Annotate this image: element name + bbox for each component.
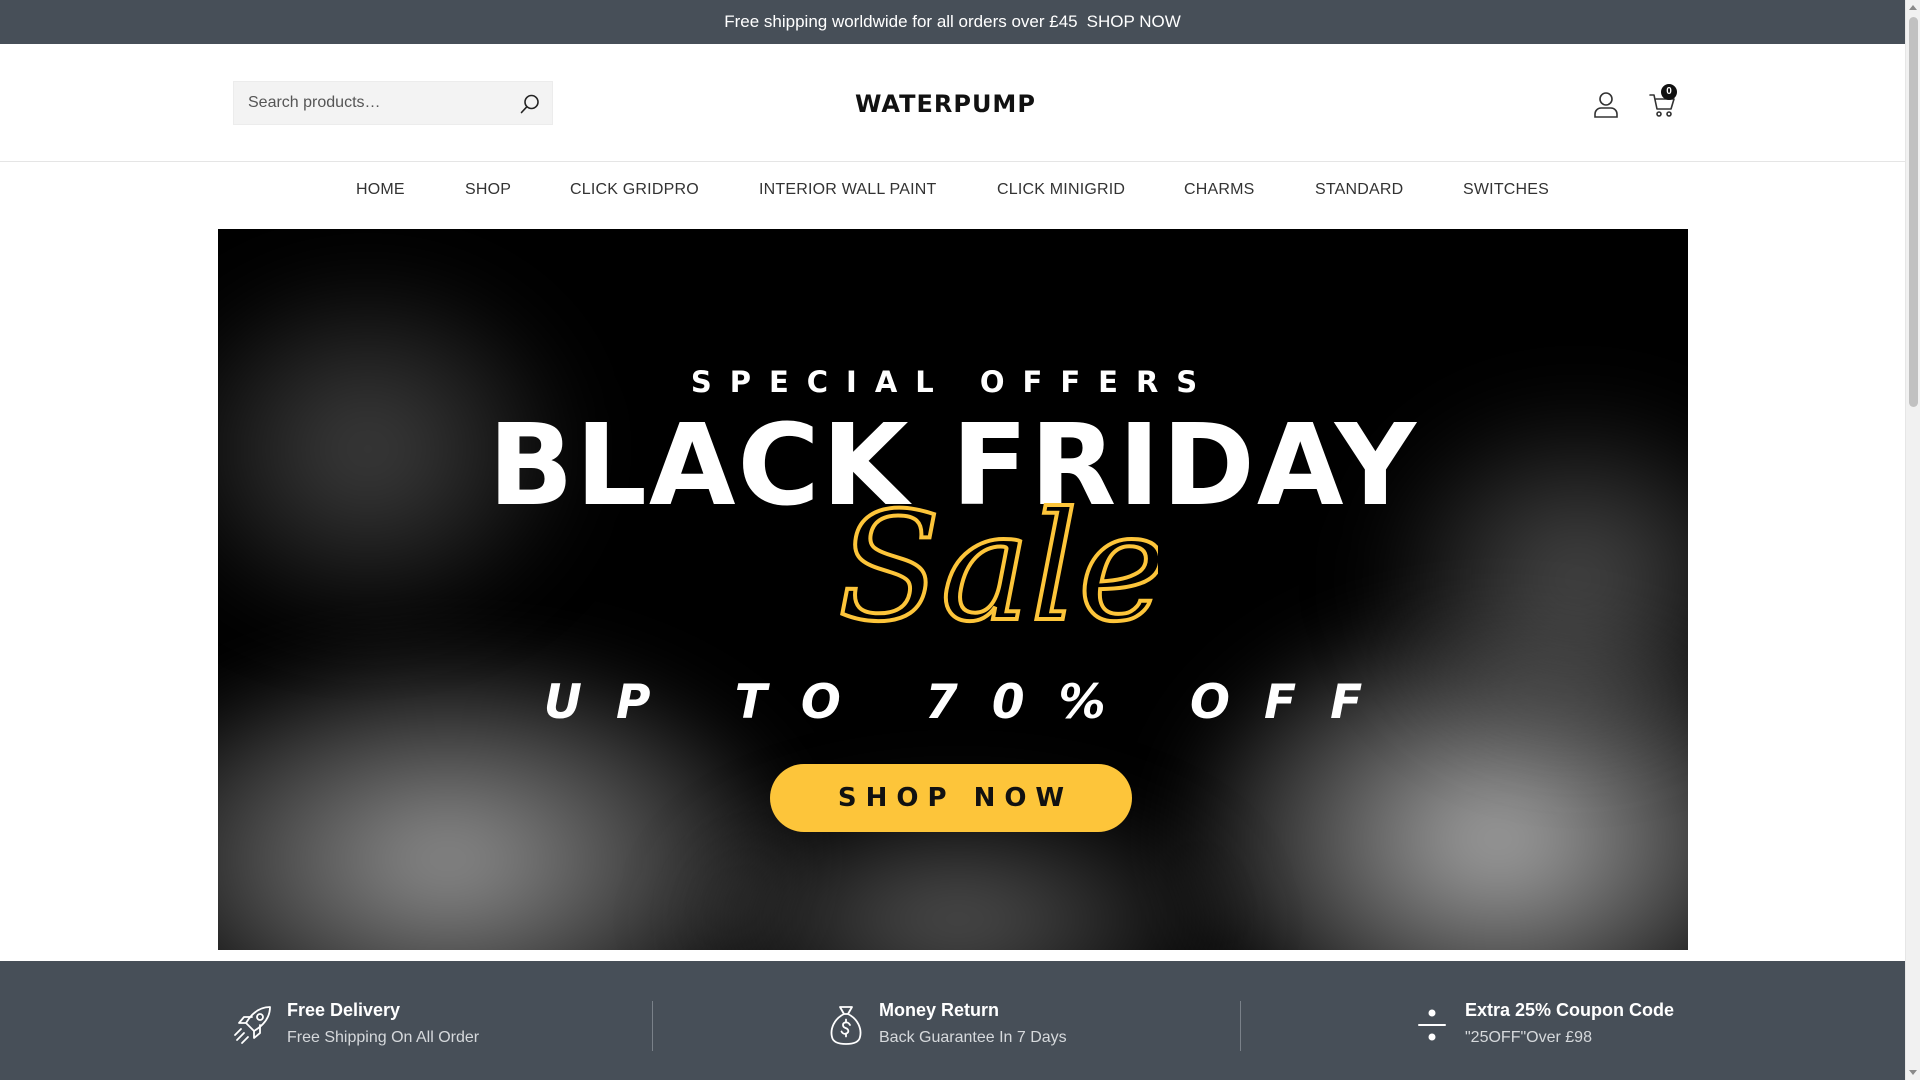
svg-text:Sale: Sale [838, 481, 1158, 655]
nav-item-click-gridpro[interactable]: CLICK GRIDPRO [570, 181, 699, 199]
scroll-down-arrow-icon[interactable] [1909, 1070, 1917, 1075]
announcement-text: Free shipping worldwide for all orders o… [724, 12, 1078, 31]
rocket-icon [232, 1003, 276, 1047]
scroll-up-arrow-icon[interactable] [1909, 5, 1917, 10]
feature-divider [652, 1001, 653, 1051]
page-scrollbar[interactable] [1905, 0, 1920, 1080]
hero-banner[interactable]: SPECIAL OFFERS BLACK FRIDAY Sale UP TO 7… [218, 229, 1688, 950]
page: Free shipping worldwide for all orders o… [0, 0, 1905, 1080]
site-header: WATERPUMP 0 [0, 44, 1905, 162]
feature-subtitle: "25OFF"Over £98 [1465, 1029, 1592, 1046]
money-bag-icon [824, 1003, 868, 1047]
feature-free-delivery: Free Delivery Free Shipping On All Order [232, 961, 632, 1080]
logo-wordmark: WATERPUMP [855, 90, 1036, 118]
feature-money-return: Money Return Back Guarantee In 7 Days [824, 961, 1224, 1080]
search-icon[interactable] [518, 92, 542, 116]
announcement-shop-now-link[interactable]: SHOP NOW [1087, 12, 1181, 32]
hero-tagline: SPECIAL OFFERS [690, 365, 1216, 399]
feature-coupon-code: Extra 25% Coupon Code "25OFF"Over £98 [1410, 961, 1675, 1080]
nav-item-switches[interactable]: SWITCHES [1463, 181, 1549, 199]
account-icon[interactable] [1593, 91, 1619, 119]
feature-subtitle: Back Guarantee In 7 Days [879, 1029, 1067, 1046]
hero-shop-now-button[interactable]: SHOP NOW [770, 764, 1132, 832]
nav-item-charms[interactable]: CHARMS [1184, 181, 1255, 199]
feature-subtitle: Free Shipping On All Order [287, 1029, 480, 1046]
search-box [233, 81, 553, 125]
feature-title: Free Delivery [287, 1000, 401, 1020]
cart-count-badge: 0 [1661, 84, 1677, 100]
announcement-bar: Free shipping worldwide for all orders o… [0, 0, 1905, 44]
nav-item-shop[interactable]: SHOP [465, 181, 511, 199]
nav-item-interior-wall-paint[interactable]: INTERIOR WALL PAINT [759, 181, 936, 199]
nav-item-standard[interactable]: STANDARD [1315, 181, 1403, 199]
hero-discount: UP TO 70% OFF [543, 675, 1397, 730]
divide-icon [1410, 1003, 1454, 1047]
scrollbar-thumb[interactable] [1909, 17, 1918, 407]
features-bar: Free Delivery Free Shipping On All Order… [0, 961, 1905, 1080]
feature-divider [1240, 1001, 1241, 1051]
search-input[interactable] [234, 82, 504, 124]
feature-title: Money Return [879, 1000, 1000, 1020]
svg-text:WATERPUMP: WATERPUMP [855, 90, 1036, 118]
nav-item-click-minigrid[interactable]: CLICK MINIGRID [997, 181, 1125, 199]
main-nav: HOME SHOP CLICK GRIDPRO INTERIOR WALL PA… [0, 163, 1905, 229]
nav-item-home[interactable]: HOME [356, 181, 405, 199]
site-logo[interactable]: WATERPUMP [855, 88, 1050, 118]
feature-title: Extra 25% Coupon Code [1465, 1000, 1675, 1020]
hero-sale-script: Sale [836, 479, 1158, 657]
